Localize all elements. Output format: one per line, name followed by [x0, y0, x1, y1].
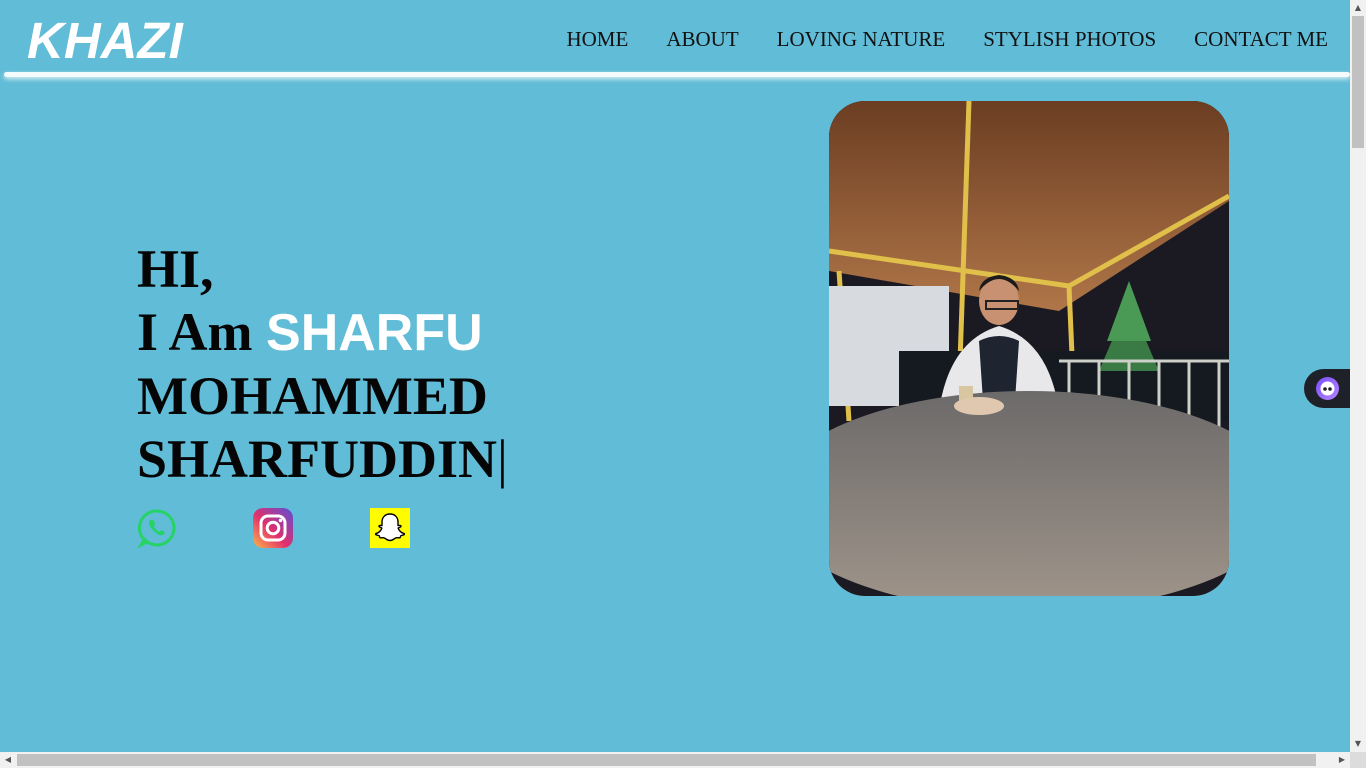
scroll-down-arrow-icon[interactable]: ▼	[1350, 736, 1366, 752]
nav-home[interactable]: HOME	[566, 26, 628, 52]
whatsapp-icon	[137, 509, 176, 548]
scrollbar-corner	[1350, 752, 1366, 768]
hero-name-line2: SHARFUDDIN	[137, 429, 498, 489]
page: KHAZI HOME ABOUT LOVING NATURE STYLISH P…	[0, 0, 1350, 752]
vertical-scrollbar[interactable]: ▲ ▼	[1350, 0, 1366, 752]
scroll-right-arrow-icon[interactable]: ▶	[1334, 752, 1350, 768]
instagram-icon	[253, 508, 293, 548]
snapchat-icon	[370, 508, 410, 548]
vertical-scroll-thumb[interactable]	[1352, 16, 1364, 148]
hero-name-line1: MOHAMMED	[137, 366, 488, 426]
profile-photo	[829, 101, 1229, 596]
hero-intro-text: I Am	[137, 302, 253, 362]
site-logo[interactable]: KHAZI	[27, 11, 183, 71]
nav-loving-nature[interactable]: LOVING NATURE	[777, 26, 946, 52]
horizontal-scrollbar[interactable]: ◀ ▶	[0, 752, 1350, 768]
typing-cursor: |	[497, 429, 508, 489]
hero-intro-line: I Am SHARFU	[137, 301, 508, 365]
scroll-up-arrow-icon[interactable]: ▲	[1350, 0, 1366, 16]
scroll-left-arrow-icon[interactable]: ◀	[0, 752, 16, 768]
nav-contact-me[interactable]: CONTACT ME	[1194, 26, 1328, 52]
main-nav: HOME ABOUT LOVING NATURE STYLISH PHOTOS …	[566, 26, 1328, 52]
whatsapp-link[interactable]	[137, 508, 177, 548]
hero-name-line2-wrap: SHARFUDDIN|	[137, 428, 508, 491]
nav-about[interactable]: ABOUT	[666, 26, 738, 52]
horizontal-scroll-thumb[interactable]	[17, 754, 1316, 766]
instagram-link[interactable]	[253, 508, 293, 548]
hero-intro: HI, I Am SHARFU MOHAMMED SHARFUDDIN|	[137, 238, 508, 491]
profile-photo-illustration	[829, 101, 1229, 596]
header-divider	[4, 72, 1350, 77]
nav-stylish-photos[interactable]: STYLISH PHOTOS	[983, 26, 1156, 52]
hero-greeting: HI,	[137, 239, 214, 299]
floating-assistant-button[interactable]	[1304, 369, 1350, 408]
hero-highlight-name: SHARFU	[266, 304, 483, 362]
snapchat-link[interactable]	[370, 508, 410, 548]
assistant-face-icon	[1316, 377, 1339, 400]
